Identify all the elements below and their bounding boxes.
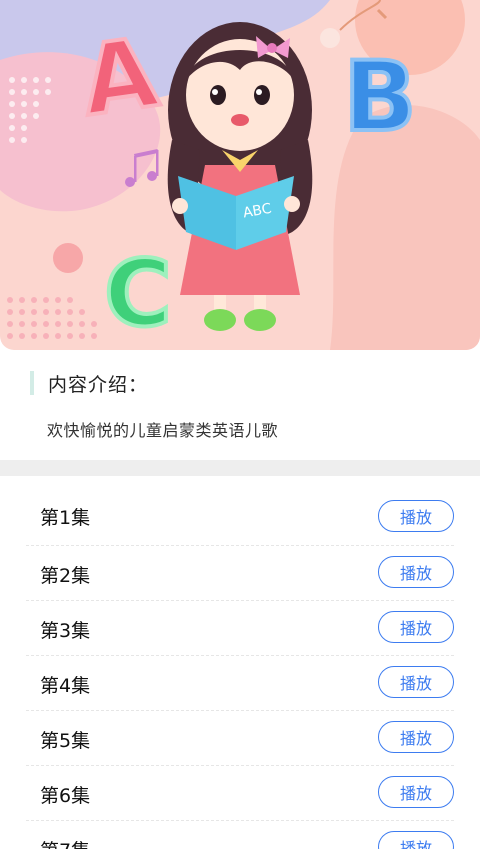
episode-row: 第3集 播放 [26,601,454,656]
girl-character: ABC [167,22,313,331]
episode-row: 第5集 播放 [26,711,454,766]
play-button[interactable]: 播放 [378,666,454,698]
play-button[interactable]: 播放 [378,556,454,588]
intro-description: 欢快愉悦的儿童启蒙类英语儿歌 [47,421,279,440]
episode-row: 第1集 播放 [26,476,454,546]
content-intro-section: 内容介绍： 欢快愉悦的儿童启蒙类英语儿歌 [0,350,480,460]
letter-a: A [75,16,164,137]
play-button[interactable]: 播放 [378,611,454,643]
play-button[interactable]: 播放 [378,831,454,849]
episode-label: 第7集 [40,836,90,849]
play-button[interactable]: 播放 [378,776,454,808]
intro-title-text: 内容介绍： [48,373,149,396]
title-accent-bar [30,371,34,395]
letter-b: B [343,41,416,153]
episode-row: 第4集 播放 [26,656,454,711]
episode-row: 第7集 播放 [26,821,454,849]
episode-label: 第6集 [40,785,91,807]
cover-illustration: A B C ABC [0,0,480,350]
play-button[interactable]: 播放 [378,721,454,753]
episode-row: 第6集 播放 [26,766,454,821]
episode-label: 第1集 [40,507,91,529]
episode-label: 第4集 [40,675,91,697]
episode-label: 第2集 [40,565,91,587]
letter-c: C [104,240,172,347]
play-button[interactable]: 播放 [378,500,454,532]
episode-label: 第3集 [40,620,91,642]
intro-title: 内容介绍： [30,370,148,396]
episode-label: 第5集 [40,730,91,752]
episode-row: 第2集 播放 [26,546,454,601]
section-divider [0,460,480,476]
cover-artwork: A B C ABC [0,0,480,350]
episode-list: 第1集 播放 第2集 播放 第3集 播放 第4集 播放 第5集 播放 第6集 播… [0,476,480,849]
